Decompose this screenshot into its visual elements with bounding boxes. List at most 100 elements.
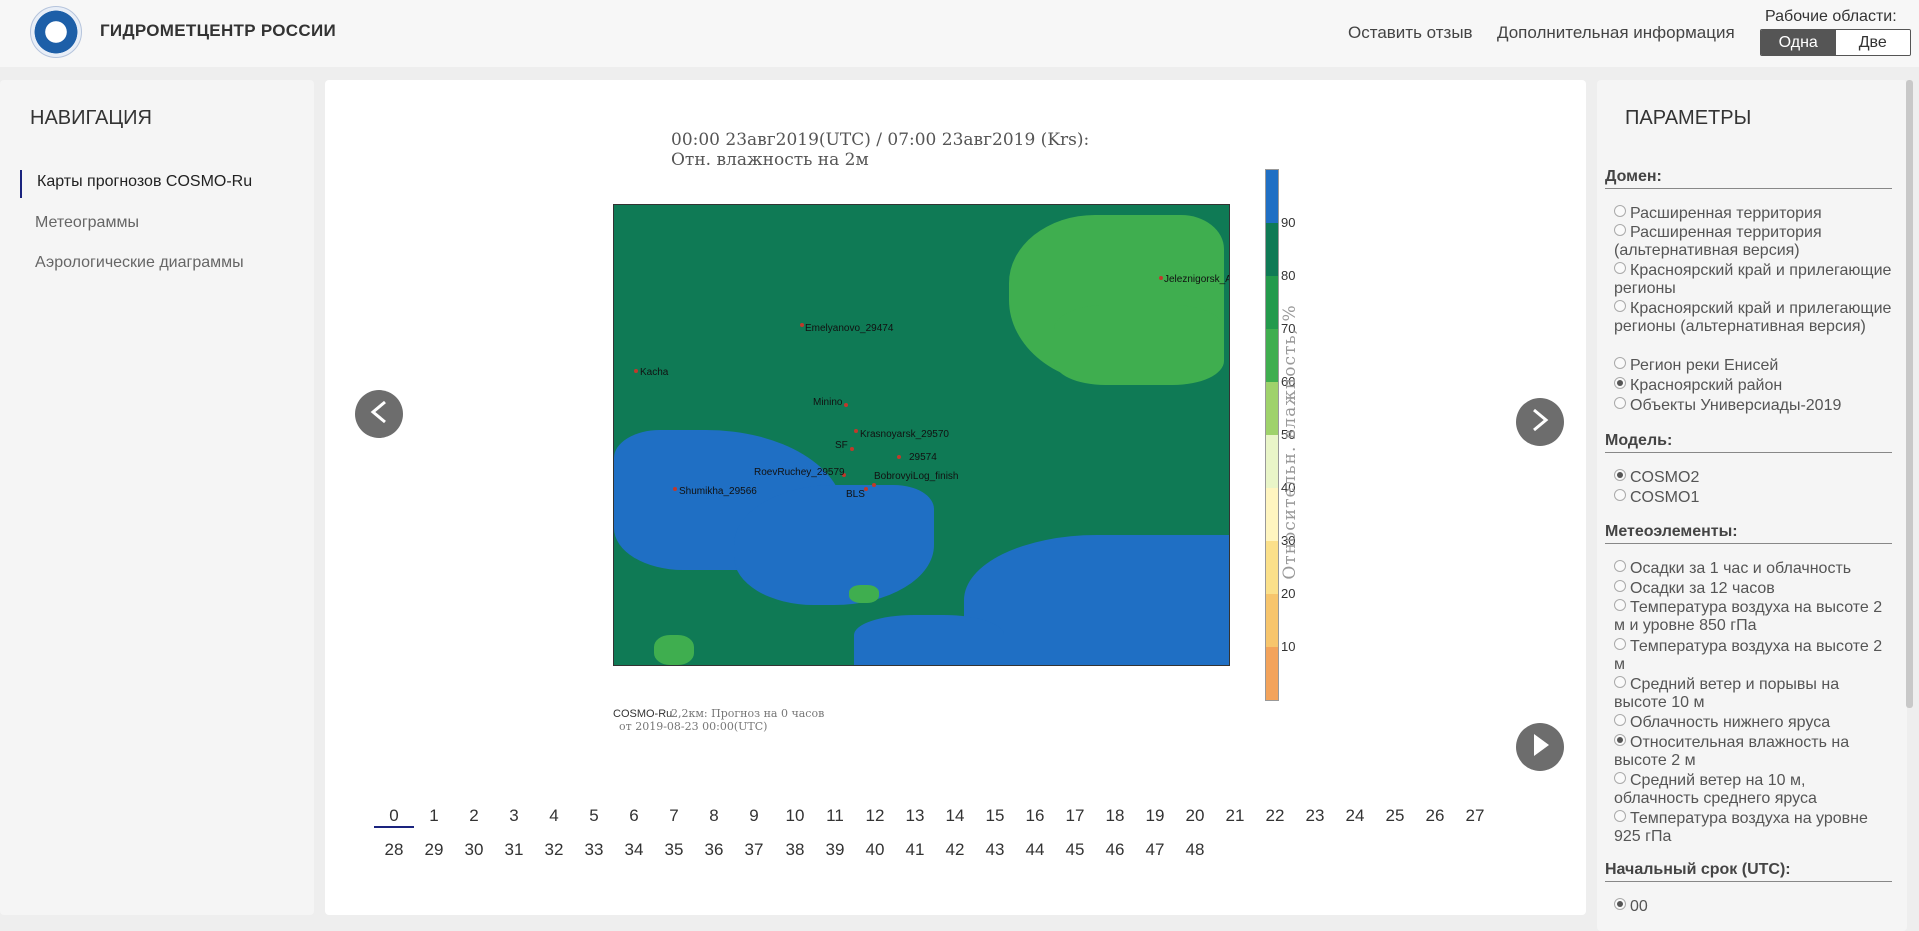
model-option[interactable]: COSMO1: [1614, 489, 1894, 507]
element-option[interactable]: Температура воздуха на высоте 2 м: [1614, 638, 1894, 674]
forecast-step[interactable]: 14: [935, 806, 975, 826]
forecast-step[interactable]: 12: [855, 806, 895, 826]
radio-button[interactable]: [1614, 560, 1626, 572]
element-option[interactable]: Осадки за 12 часов: [1614, 580, 1894, 598]
forecast-step[interactable]: 31: [494, 840, 534, 860]
forecast-step[interactable]: 44: [1015, 840, 1055, 860]
forecast-step[interactable]: 13: [895, 806, 935, 826]
element-option[interactable]: Облачность нижнего яруса: [1614, 714, 1894, 732]
forecast-step[interactable]: 42: [935, 840, 975, 860]
nav-item-aerological-diagrams[interactable]: Аэрологические диаграммы: [35, 254, 244, 272]
previous-step-button[interactable]: [355, 390, 403, 438]
start-time-option[interactable]: 00: [1614, 898, 1894, 916]
forecast-step[interactable]: 20: [1175, 806, 1215, 826]
radio-button[interactable]: [1614, 357, 1626, 369]
workspace-one-button[interactable]: Одна: [1761, 30, 1836, 55]
forecast-step[interactable]: 3: [494, 806, 534, 826]
forecast-step[interactable]: 10: [775, 806, 815, 826]
forecast-step[interactable]: 43: [975, 840, 1015, 860]
radio-button[interactable]: [1614, 638, 1626, 650]
radio-button[interactable]: [1614, 377, 1626, 389]
element-option[interactable]: Средний ветер и порывы на высоте 10 м: [1614, 676, 1894, 712]
forecast-step[interactable]: 32: [534, 840, 574, 860]
forecast-step[interactable]: 1: [414, 806, 454, 826]
element-option[interactable]: Температура воздуха на высоте 2 м и уров…: [1614, 599, 1894, 635]
forecast-step[interactable]: 45: [1055, 840, 1095, 860]
forecast-step[interactable]: 28: [374, 840, 414, 860]
radio-button[interactable]: [1614, 397, 1626, 409]
nav-item-meteograms[interactable]: Метеограммы: [35, 214, 139, 232]
domain-option[interactable]: Расширенная территория: [1614, 205, 1894, 223]
forecast-step[interactable]: 24: [1335, 806, 1375, 826]
forecast-step[interactable]: 8: [694, 806, 734, 826]
forecast-step[interactable]: 19: [1135, 806, 1175, 826]
element-option[interactable]: Средний ветер на 10 м, облачность средне…: [1614, 772, 1894, 808]
forecast-step[interactable]: 7: [654, 806, 694, 826]
forecast-step[interactable]: 18: [1095, 806, 1135, 826]
forecast-step[interactable]: 46: [1095, 840, 1135, 860]
site-title[interactable]: ГИДРОМЕТЦЕНТР РОССИИ: [100, 21, 336, 41]
radio-button[interactable]: [1614, 714, 1626, 726]
forecast-step[interactable]: 17: [1055, 806, 1095, 826]
forecast-step[interactable]: 16: [1015, 806, 1055, 826]
play-animation-button[interactable]: [1516, 723, 1564, 771]
forecast-step[interactable]: 5: [574, 806, 614, 826]
model-option[interactable]: COSMO2: [1614, 469, 1894, 487]
forecast-step[interactable]: 30: [454, 840, 494, 860]
forecast-step[interactable]: 27: [1455, 806, 1495, 826]
forecast-step[interactable]: 23: [1295, 806, 1335, 826]
forecast-step[interactable]: 35: [654, 840, 694, 860]
radio-button[interactable]: [1614, 469, 1626, 481]
forecast-step[interactable]: 39: [815, 840, 855, 860]
element-option[interactable]: Температура воздуха на уровне 925 гПа: [1614, 810, 1894, 846]
domain-option[interactable]: Красноярский край и прилегающие регионы: [1614, 262, 1894, 298]
next-step-button[interactable]: [1516, 398, 1564, 446]
forecast-step[interactable]: 37: [734, 840, 774, 860]
forecast-step[interactable]: 4: [534, 806, 574, 826]
forecast-step[interactable]: 38: [775, 840, 815, 860]
forecast-step[interactable]: 11: [815, 806, 855, 826]
nav-item-cosmo-maps[interactable]: Карты прогнозов COSMO-Ru: [37, 173, 252, 191]
domain-option[interactable]: Красноярский район: [1614, 377, 1894, 395]
forecast-step[interactable]: 47: [1135, 840, 1175, 860]
forecast-step[interactable]: 48: [1175, 840, 1215, 860]
forecast-step[interactable]: 2: [454, 806, 494, 826]
radio-button[interactable]: [1614, 734, 1626, 746]
forecast-step[interactable]: 9: [734, 806, 774, 826]
roshydromet-logo[interactable]: [30, 6, 82, 58]
forecast-step[interactable]: 26: [1415, 806, 1455, 826]
additional-info-link[interactable]: Дополнительная информация: [1497, 23, 1735, 43]
forecast-step[interactable]: 21: [1215, 806, 1255, 826]
forecast-step[interactable]: 34: [614, 840, 654, 860]
forecast-step[interactable]: 41: [895, 840, 935, 860]
radio-button[interactable]: [1614, 676, 1626, 688]
forecast-step[interactable]: 33: [574, 840, 614, 860]
radio-button[interactable]: [1614, 772, 1626, 784]
forecast-step[interactable]: 29: [414, 840, 454, 860]
domain-option[interactable]: Расширенная территория (альтернативная в…: [1614, 224, 1894, 260]
forecast-step[interactable]: 6: [614, 806, 654, 826]
radio-button[interactable]: [1614, 599, 1626, 611]
parameters-scrollbar[interactable]: [1906, 80, 1913, 708]
forecast-step[interactable]: 15: [975, 806, 1015, 826]
workspace-two-button[interactable]: Две: [1835, 30, 1910, 55]
domain-option[interactable]: Объекты Универсиады-2019: [1614, 397, 1894, 415]
radio-button[interactable]: [1614, 205, 1626, 217]
element-option[interactable]: Относительная влажность на высоте 2 м: [1614, 734, 1894, 770]
radio-button[interactable]: [1614, 300, 1626, 312]
radio-button[interactable]: [1614, 224, 1626, 236]
forecast-step[interactable]: 0: [374, 806, 414, 828]
feedback-link[interactable]: Оставить отзыв: [1348, 23, 1473, 43]
forecast-step[interactable]: 22: [1255, 806, 1295, 826]
element-option[interactable]: Осадки за 1 час и облачность: [1614, 560, 1894, 578]
radio-button[interactable]: [1614, 810, 1626, 822]
radio-button[interactable]: [1614, 262, 1626, 274]
radio-button[interactable]: [1614, 898, 1626, 910]
forecast-step[interactable]: 25: [1375, 806, 1415, 826]
domain-option[interactable]: Красноярский край и прилегающие регионы …: [1614, 300, 1894, 336]
radio-button[interactable]: [1614, 580, 1626, 592]
forecast-step[interactable]: 36: [694, 840, 734, 860]
domain-option[interactable]: Регион реки Енисей: [1614, 357, 1894, 375]
radio-button[interactable]: [1614, 489, 1626, 501]
forecast-step[interactable]: 40: [855, 840, 895, 860]
